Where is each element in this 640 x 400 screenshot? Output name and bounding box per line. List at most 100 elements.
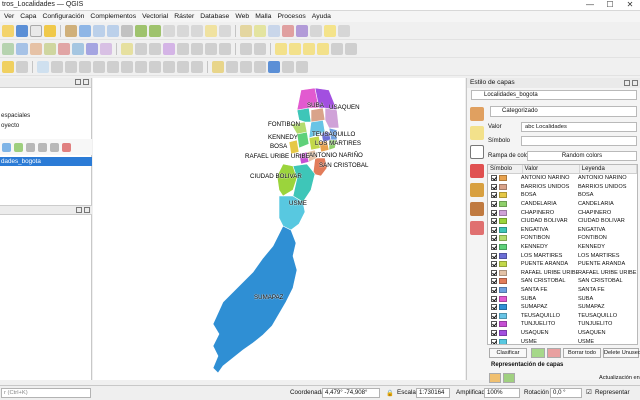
add-wms-icon[interactable] [100, 42, 112, 55]
value-field[interactable]: abc Localidades [521, 122, 637, 132]
category-legend[interactable]: SAN CRISTOBAL [578, 278, 637, 284]
color-ramp-button[interactable]: Random colors [527, 151, 637, 161]
category-checkbox[interactable] [491, 192, 497, 199]
pan-hand-icon[interactable] [65, 24, 77, 37]
label-settings-icon[interactable] [212, 60, 224, 73]
statistics-sigma-icon[interactable] [296, 24, 308, 37]
menu-malla[interactable]: Malla [252, 11, 274, 22]
render-label[interactable]: Representar [595, 389, 630, 396]
menu-web[interactable]: Web [232, 11, 252, 22]
add-class-button[interactable] [531, 348, 545, 358]
undo-icon[interactable] [240, 42, 252, 55]
python-console-icon[interactable] [2, 60, 14, 73]
category-row[interactable]: BOSA BOSA [488, 191, 637, 200]
pin-labels-icon[interactable] [303, 42, 315, 55]
redo-icon[interactable] [254, 42, 266, 55]
label-abc-icon[interactable] [275, 42, 287, 55]
menu-vectorial[interactable]: Vectorial [139, 11, 171, 22]
render-checkbox[interactable]: ☑ [586, 389, 592, 396]
float-icon[interactable] [624, 80, 630, 86]
rotate-feature-icon[interactable] [65, 60, 77, 73]
delete-unused-button[interactable]: Delete Unused [603, 348, 640, 358]
category-checkbox[interactable] [491, 287, 497, 294]
category-legend[interactable]: CANDELARIA [578, 201, 637, 207]
category-checkbox[interactable] [491, 269, 497, 276]
masks-abc-icon[interactable] [470, 145, 484, 159]
category-checkbox[interactable] [491, 261, 497, 268]
gps-icon[interactable] [282, 60, 294, 73]
category-checkbox[interactable] [491, 312, 497, 319]
delete-selected-icon[interactable] [177, 42, 189, 55]
snapping-icon[interactable] [37, 60, 49, 73]
diagram-icon[interactable] [226, 60, 238, 73]
categories-table[interactable]: Símbolo Valor Leyenda ANTONIO NARIÑO ANTO… [487, 164, 638, 345]
float-icon[interactable] [75, 79, 81, 85]
label-tool-icon[interactable] [289, 42, 301, 55]
category-checkbox[interactable] [491, 201, 497, 208]
category-symbol-swatch[interactable] [498, 304, 507, 311]
pan-to-selection-icon[interactable] [79, 24, 91, 37]
zoom-in-icon[interactable] [93, 24, 105, 37]
zoom-next-icon[interactable] [191, 24, 203, 37]
symbology-brush-icon[interactable] [470, 107, 484, 121]
scale-field[interactable]: 1:730164 [416, 388, 450, 398]
reshape-icon[interactable] [149, 60, 161, 73]
move-label-icon[interactable] [331, 42, 343, 55]
change-label-icon[interactable] [254, 60, 266, 73]
close-icon[interactable] [632, 80, 638, 86]
category-row[interactable]: CHAPINERO CHAPINERO [488, 208, 637, 217]
category-symbol-swatch[interactable] [498, 209, 507, 216]
category-checkbox[interactable] [491, 226, 497, 233]
category-legend[interactable]: FONTIBON [578, 235, 637, 241]
category-row[interactable]: SANTA FE SANTA FE [488, 286, 637, 295]
redo-style-icon[interactable] [503, 373, 515, 383]
category-symbol-swatch[interactable] [498, 338, 507, 344]
zoom-last-icon[interactable] [177, 24, 189, 37]
category-legend[interactable]: LOS MARTIRES [578, 253, 637, 259]
open-layer-styling-icon[interactable] [2, 142, 11, 152]
category-symbol-swatch[interactable] [498, 244, 507, 251]
menu-procesos[interactable]: Procesos [274, 11, 308, 22]
live-update-label[interactable]: Actualización en [599, 375, 640, 381]
select-features-icon[interactable] [254, 24, 266, 37]
minimize-button[interactable]: — [580, 0, 600, 11]
temporal-icon[interactable] [296, 60, 308, 73]
maximize-button[interactable]: ☐ [600, 0, 620, 11]
layout-manager-icon[interactable] [44, 24, 56, 37]
map-tips-icon[interactable] [338, 24, 350, 37]
category-checkbox[interactable] [491, 175, 497, 182]
delete-ring-icon[interactable] [135, 60, 147, 73]
classify-button[interactable]: Clasificar [489, 348, 527, 358]
menu-capa[interactable]: Capa [17, 11, 39, 22]
category-row[interactable]: LOS MARTIRES LOS MARTIRES [488, 251, 637, 260]
category-legend[interactable]: USME [578, 339, 637, 344]
collapse-all-icon[interactable] [50, 142, 59, 152]
info-icon[interactable] [268, 60, 280, 73]
zoom-layer-icon[interactable] [149, 24, 161, 37]
category-legend[interactable]: ENGATIVA [578, 227, 637, 233]
symbol-button[interactable] [521, 136, 637, 146]
annotation-icon[interactable] [324, 24, 336, 37]
add-csv-icon[interactable] [58, 42, 70, 55]
diagrams-icon[interactable] [470, 183, 484, 197]
add-raster-icon[interactable] [30, 42, 42, 55]
category-legend[interactable]: SANTA FE [578, 287, 637, 293]
category-row[interactable]: TEUSAQUILLO TEUSAQUILLO [488, 312, 637, 321]
add-group-icon[interactable] [14, 142, 23, 152]
renderer-select[interactable]: Categorizado [490, 106, 637, 117]
attribute-table-icon[interactable] [268, 24, 280, 37]
category-checkbox[interactable] [491, 183, 497, 190]
col-value[interactable]: Valor [523, 165, 580, 173]
category-row[interactable]: USME USME [488, 337, 637, 344]
category-symbol-swatch[interactable] [498, 175, 507, 182]
category-checkbox[interactable] [491, 244, 497, 251]
merge-features-icon[interactable] [191, 60, 203, 73]
category-row[interactable]: SUBA SUBA [488, 294, 637, 303]
category-legend[interactable]: USAQUEN [578, 330, 637, 336]
copy-features-icon[interactable] [205, 42, 217, 55]
float-icon[interactable] [76, 207, 82, 213]
category-row[interactable]: KENNEDY KENNEDY [488, 243, 637, 252]
plugin-icon[interactable] [16, 60, 28, 73]
labels-abc-icon[interactable] [470, 126, 484, 140]
category-legend[interactable]: RAFAEL URIBE URIBE [578, 270, 637, 276]
